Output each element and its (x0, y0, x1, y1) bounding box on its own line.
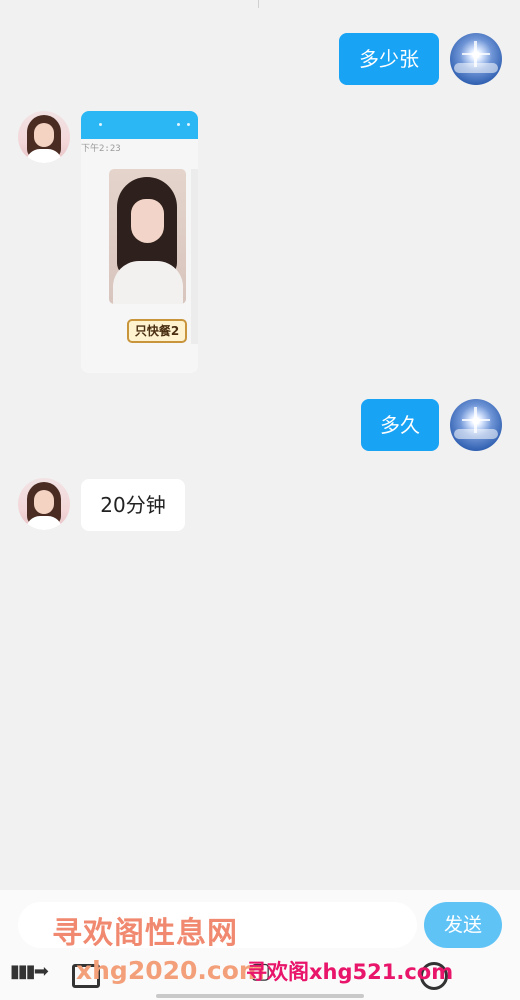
incoming-message-bubble[interactable]: 20分钟 (81, 479, 185, 531)
watermark-site: xhg2020.com (76, 956, 265, 985)
contact-avatar[interactable] (18, 111, 70, 163)
incoming-image-message[interactable]: 下午2:23 只快餐2 (81, 111, 198, 373)
avatar-face (34, 123, 54, 147)
avatar-shirt (26, 149, 62, 163)
top-divider (258, 0, 259, 8)
watermark-text: 寻欢阁性息网 (52, 916, 238, 951)
header-dot (177, 123, 180, 126)
header-dot (187, 123, 190, 126)
outgoing-message-bubble[interactable]: 多少张 (339, 33, 439, 85)
screenshot-header-bar (81, 111, 198, 139)
voice-icon[interactable]: ▮▮▮➡ (10, 952, 49, 992)
screenshot-timestamp: 下午2:23 (81, 144, 121, 154)
screenshot-photo (109, 169, 186, 304)
input-bar: 寻欢阁性息网 发送 ▮▮▮➡ ▢ xhg2020.com 寻欢阁xhg521.c… (0, 890, 520, 1000)
chat-screen: 多少张 下午2:23 只快餐2 多久 20分钟 寻欢阁性息网 发送 ▮▮▮➡ ▢… (0, 0, 520, 1000)
home-indicator (156, 994, 364, 998)
contact-avatar[interactable] (18, 478, 70, 530)
avatar-glint (462, 53, 490, 55)
photo-face (131, 199, 164, 243)
screenshot-edge (191, 169, 198, 344)
send-button[interactable]: 发送 (424, 902, 502, 948)
sticker-label: 只快餐2 (127, 319, 187, 343)
avatar-face (34, 490, 54, 514)
avatar-glint (462, 419, 490, 421)
avatar-shirt (26, 516, 62, 530)
outgoing-message-bubble[interactable]: 多久 (361, 399, 439, 451)
header-dot (99, 123, 102, 126)
watermark-site: 寻欢阁xhg521.com (246, 960, 454, 984)
my-avatar[interactable] (450, 399, 502, 451)
my-avatar[interactable] (450, 33, 502, 85)
photo-shirt (113, 261, 183, 304)
